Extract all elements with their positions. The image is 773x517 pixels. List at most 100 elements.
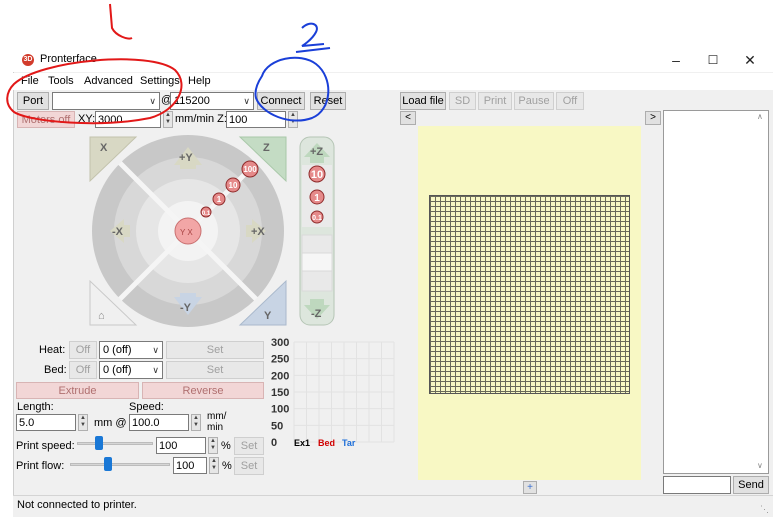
port-button[interactable]: Port (17, 92, 49, 110)
xy-feedrate-input[interactable]: 3000 (95, 111, 161, 128)
graph-legend-bed: Bed (318, 438, 335, 448)
heat-select[interactable]: 0 (off) ∨ (99, 341, 163, 359)
motors-off-button[interactable]: Motors off (17, 111, 75, 128)
print-button[interactable]: Print (478, 92, 512, 110)
z-feedrate-input[interactable]: 100 (226, 111, 286, 128)
graph-legend-tar: Tar (342, 438, 356, 448)
title-bar (13, 47, 773, 72)
temperature-graph: 300 250 200 150 100 50 0 Ex1 Bed Tar (271, 338, 395, 449)
z-step-0-1[interactable]: 0.1 (312, 215, 322, 222)
graph-ytick-label: 50 (271, 420, 283, 432)
reverse-button[interactable]: Reverse (142, 382, 264, 399)
off-button[interactable]: Off (556, 92, 584, 110)
print-flow-set-button[interactable]: Set (234, 457, 264, 475)
menu-help[interactable]: Help (188, 75, 211, 87)
speed-unit-bottom: min (207, 422, 224, 433)
baud-select-value: 115200 (174, 95, 210, 107)
baud-select[interactable]: 115200 ∨ (170, 92, 254, 110)
status-text: Not connected to printer. (17, 499, 137, 511)
speed-unit-top: mm/ (207, 411, 227, 422)
zoom-in-button[interactable]: + (523, 481, 537, 494)
print-speed-spinner[interactable]: ▲ ▼ (208, 437, 218, 454)
menu-settings[interactable]: Settings (140, 75, 180, 87)
maximize-icon[interactable]: ☐ (698, 50, 728, 70)
graph-ytick-label: 300 (271, 338, 289, 349)
minus-y-label: -Y (180, 302, 192, 314)
print-flow-spinner[interactable]: ▲ ▼ (209, 457, 219, 474)
z-step-1[interactable]: 1 (314, 193, 320, 204)
minimize-icon[interactable]: – (661, 50, 691, 70)
bed-set-button[interactable]: Set (166, 361, 264, 379)
print-bed-grid (429, 195, 630, 394)
port-select[interactable]: ∨ (52, 92, 160, 110)
xy-feedrate-spinner[interactable]: ▲ ▼ (163, 111, 173, 128)
nav-left-button[interactable]: < (400, 111, 416, 125)
step-0-1[interactable]: 0.1 (202, 211, 211, 217)
step-10[interactable]: 10 (229, 181, 238, 190)
heat-off-button[interactable]: Off (69, 341, 97, 359)
speed-input[interactable]: 100.0 (129, 414, 189, 431)
nav-right-button[interactable]: > (645, 111, 661, 125)
home-z-label: Z (263, 142, 270, 154)
home-x-label: X (100, 142, 108, 154)
bed-select[interactable]: 0 (off) ∨ (99, 361, 163, 379)
step-1[interactable]: 1 (217, 195, 222, 204)
print-speed-input[interactable]: 100 (156, 437, 206, 454)
length-label: Length: (17, 401, 54, 413)
scroll-down-icon[interactable]: ∨ (757, 461, 763, 470)
menu-advanced[interactable]: Advanced (84, 75, 133, 87)
graph-ytick-label: 150 (271, 387, 289, 399)
send-button[interactable]: Send (733, 476, 769, 494)
length-unit-label: mm @ (94, 417, 127, 429)
scroll-up-icon[interactable]: ∧ (757, 112, 763, 121)
print-flow-pct: % (222, 460, 232, 472)
length-input[interactable]: 5.0 (16, 414, 76, 431)
z-feedrate-spinner[interactable]: ▲ ▼ (288, 111, 298, 128)
length-spinner[interactable]: ▲ ▼ (78, 414, 88, 431)
step-100[interactable]: 100 (243, 165, 257, 174)
home-y-label: Y (264, 310, 272, 322)
extrude-button[interactable]: Extrude (16, 382, 139, 399)
heat-select-value: 0 (off) (103, 344, 132, 356)
xy-unit-label: mm/min Z: (175, 113, 227, 125)
chevron-down-icon: ∨ (152, 345, 159, 355)
print-speed-slider[interactable] (77, 442, 153, 445)
minus-x-label: -X (112, 226, 124, 238)
jog-control[interactable]: X Z +Y -Y -X +X Y ⌂ Y X 100 10 1 0.1 +Z … (88, 135, 338, 327)
load-file-button[interactable]: Load file (400, 92, 446, 110)
speed-spinner[interactable]: ▲ ▼ (191, 414, 201, 431)
print-speed-label: Print speed: (16, 440, 75, 452)
chevron-down-icon: ∨ (243, 96, 250, 106)
bed-off-button[interactable]: Off (69, 361, 97, 379)
connect-button[interactable]: Connect (257, 92, 305, 110)
heat-label: Heat: (39, 344, 66, 356)
menu-file[interactable]: File (21, 75, 39, 87)
graph-legend-ex1: Ex1 (294, 438, 310, 448)
annotation-two-mark (301, 22, 325, 47)
speed-label: Speed: (129, 401, 164, 413)
pause-button[interactable]: Pause (514, 92, 554, 110)
reset-button[interactable]: Reset (310, 92, 346, 110)
print-flow-slider[interactable] (70, 463, 170, 466)
bed-select-value: 0 (off) (103, 364, 132, 376)
command-input[interactable] (663, 476, 731, 494)
graph-ytick-label: 250 (271, 354, 289, 366)
plus-z-label: +Z (310, 146, 323, 158)
menu-tools[interactable]: Tools (48, 75, 74, 87)
xy-feed-label: XY: (78, 113, 96, 125)
sd-button[interactable]: SD (449, 92, 476, 110)
close-icon[interactable]: ✕ (735, 50, 765, 70)
print-speed-set-button[interactable]: Set (234, 437, 264, 455)
print-speed-slider-thumb[interactable] (95, 436, 104, 450)
heat-set-button[interactable]: Set (166, 341, 264, 359)
print-speed-pct: % (221, 440, 231, 452)
resize-grip-icon[interactable]: ⋱ (760, 504, 769, 515)
console-log[interactable] (663, 110, 769, 474)
minus-z-label: -Z (311, 308, 322, 320)
print-flow-input[interactable]: 100 (173, 457, 207, 474)
print-flow-slider-thumb[interactable] (104, 457, 112, 471)
graph-ytick-label: 0 (271, 437, 277, 449)
annotation-one-mark (109, 3, 133, 40)
center-label: Y X (180, 228, 193, 237)
z-step-10[interactable]: 10 (311, 169, 323, 181)
